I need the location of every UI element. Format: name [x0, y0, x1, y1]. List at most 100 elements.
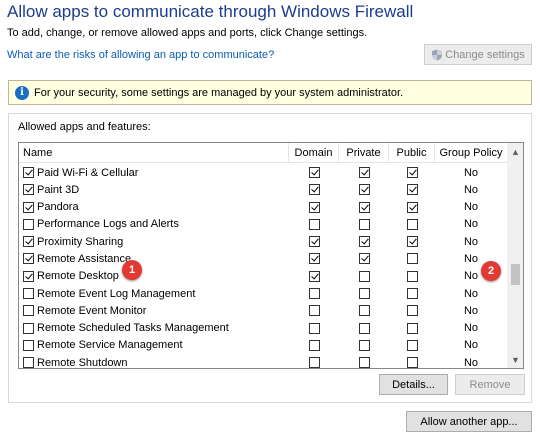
private-checkbox[interactable] [358, 270, 370, 282]
public-cell [389, 233, 435, 250]
domain-checkbox[interactable] [308, 357, 320, 368]
domain-checkbox[interactable] [308, 236, 320, 248]
table-row[interactable]: Paid Wi-Fi & Cellular No [19, 164, 507, 181]
scroll-up-icon[interactable]: ▲ [507, 143, 523, 160]
app-enabled-checkbox[interactable] [23, 253, 34, 265]
app-name-cell: Remote Event Log Management [23, 285, 195, 302]
app-enabled-checkbox[interactable] [23, 167, 34, 178]
private-checkbox[interactable] [358, 201, 370, 213]
table-row[interactable]: Pandora No [19, 199, 507, 216]
public-checkbox[interactable] [406, 305, 418, 317]
change-settings-button[interactable]: Change settings [424, 44, 532, 65]
column-header-group-policy[interactable]: Group Policy [435, 143, 507, 163]
private-cell [339, 354, 389, 368]
private-checkbox[interactable] [358, 339, 370, 351]
table-row[interactable]: Remote Event Monitor No [19, 302, 507, 319]
page-subtitle: To add, change, or remove allowed apps a… [7, 27, 368, 39]
app-name-cell: Remote Service Management [23, 337, 183, 354]
private-checkbox[interactable] [358, 236, 370, 248]
app-enabled-checkbox[interactable] [23, 184, 34, 196]
public-checkbox[interactable] [406, 218, 418, 230]
allow-another-app-button[interactable]: Allow another app... [406, 411, 532, 432]
allowed-apps-panel: Allowed apps and features: Name Domain P… [8, 113, 532, 403]
public-checkbox[interactable] [406, 270, 418, 282]
domain-checkbox[interactable] [308, 339, 320, 351]
table-row[interactable]: Proximity Sharing No [19, 233, 507, 250]
app-enabled-checkbox[interactable] [23, 270, 34, 282]
private-checkbox[interactable] [358, 253, 370, 265]
private-cell [339, 181, 389, 198]
domain-checkbox[interactable] [308, 218, 320, 230]
app-name-label: Paid Wi-Fi & Cellular [37, 166, 139, 179]
public-checkbox[interactable] [406, 236, 418, 248]
public-checkbox[interactable] [406, 253, 418, 265]
app-enabled-checkbox[interactable] [23, 322, 34, 334]
public-checkbox[interactable] [406, 201, 418, 213]
domain-checkbox[interactable] [308, 201, 320, 213]
app-name-label: Remote Event Monitor [37, 304, 147, 317]
private-checkbox[interactable] [358, 322, 370, 334]
app-enabled-checkbox[interactable] [23, 201, 34, 213]
domain-checkbox[interactable] [308, 167, 320, 178]
private-checkbox[interactable] [358, 218, 370, 230]
table-row[interactable]: Paint 3D No [19, 181, 507, 198]
domain-cell [289, 216, 339, 233]
app-name-label: Remote Event Log Management [37, 287, 196, 300]
domain-checkbox[interactable] [308, 184, 320, 196]
private-checkbox[interactable] [358, 167, 370, 178]
table-row[interactable]: Remote Desktop No [19, 268, 507, 285]
vertical-scrollbar[interactable]: ▲ ▼ [507, 143, 523, 368]
private-cell [339, 285, 389, 302]
app-enabled-checkbox[interactable] [23, 218, 34, 230]
domain-checkbox[interactable] [308, 288, 320, 300]
app-enabled-checkbox[interactable] [23, 339, 34, 351]
public-checkbox[interactable] [406, 288, 418, 300]
group-policy-cell: No [463, 201, 479, 214]
private-checkbox[interactable] [358, 184, 370, 196]
private-cell [339, 250, 389, 267]
scroll-down-icon[interactable]: ▼ [507, 351, 523, 368]
domain-checkbox[interactable] [308, 305, 320, 317]
public-checkbox[interactable] [406, 322, 418, 334]
domain-checkbox[interactable] [308, 270, 320, 282]
table-row[interactable]: Remote Scheduled Tasks Management No [19, 320, 507, 337]
private-cell [339, 320, 389, 337]
public-checkbox[interactable] [406, 167, 418, 178]
public-cell [389, 164, 435, 181]
allowed-apps-list[interactable]: Name Domain Private Public Group Policy … [18, 142, 524, 369]
app-name-label: Paint 3D [37, 183, 80, 196]
scroll-thumb[interactable] [511, 264, 520, 285]
table-row[interactable]: Remote Event Log Management No [19, 285, 507, 302]
domain-checkbox[interactable] [308, 253, 320, 265]
private-checkbox[interactable] [358, 357, 370, 368]
private-checkbox[interactable] [358, 305, 370, 317]
table-row[interactable]: Remote Shutdown No [19, 354, 507, 368]
private-checkbox[interactable] [358, 288, 370, 300]
table-row[interactable]: Performance Logs and Alerts No [19, 216, 507, 233]
details-button[interactable]: Details... [379, 374, 448, 395]
private-cell [339, 216, 389, 233]
remove-button[interactable]: Remove [455, 374, 525, 395]
column-header-domain[interactable]: Domain [289, 143, 339, 163]
column-header-name[interactable]: Name [19, 143, 289, 163]
app-name-cell: Remote Scheduled Tasks Management [23, 320, 229, 337]
table-row[interactable]: Remote Assistance No [19, 250, 507, 267]
public-checkbox[interactable] [406, 339, 418, 351]
column-header-public[interactable]: Public [389, 143, 435, 163]
column-header-private[interactable]: Private [339, 143, 389, 163]
domain-cell [289, 268, 339, 285]
app-enabled-checkbox[interactable] [23, 305, 34, 317]
group-policy-cell: No [463, 287, 479, 300]
public-cell [389, 302, 435, 319]
domain-cell [289, 164, 339, 181]
app-enabled-checkbox[interactable] [23, 288, 34, 300]
risk-link[interactable]: What are the risks of allowing an app to… [7, 49, 274, 61]
public-checkbox[interactable] [406, 184, 418, 196]
table-row[interactable]: Remote Service Management No [19, 337, 507, 354]
domain-checkbox[interactable] [308, 322, 320, 334]
annotation-marker-1: 1 [122, 260, 142, 280]
app-enabled-checkbox[interactable] [23, 236, 34, 248]
annotation-marker-2: 2 [481, 261, 501, 281]
public-checkbox[interactable] [406, 357, 418, 368]
app-enabled-checkbox[interactable] [23, 357, 34, 368]
